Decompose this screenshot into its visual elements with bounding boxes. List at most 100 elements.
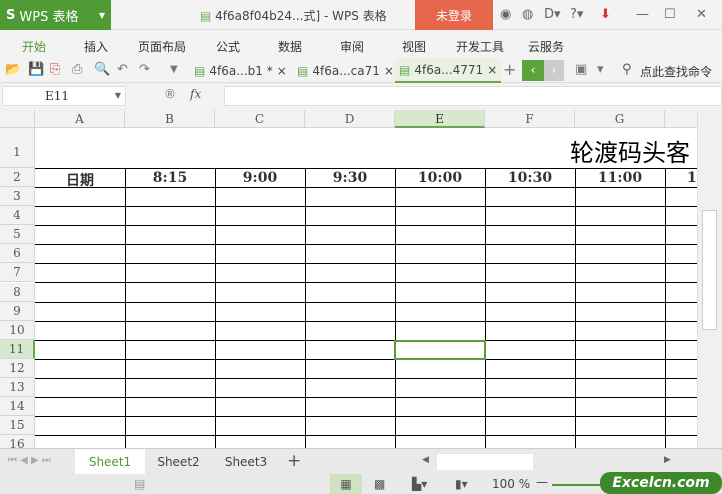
zoom-out-icon[interactable]: — <box>536 475 548 489</box>
column-header-f[interactable]: F <box>485 110 575 128</box>
normal-view-icon[interactable]: ▦ <box>330 474 362 494</box>
sheet-tab-sheet3[interactable]: Sheet3 <box>212 449 280 475</box>
command-search[interactable]: 点此查找命令 <box>640 63 712 80</box>
menu-cloud[interactable]: 云服务 <box>528 38 564 55</box>
help-icon[interactable]: ?▾ <box>570 7 583 22</box>
header-cell[interactable]: 日期 <box>35 170 125 190</box>
horizontal-scroll-thumb[interactable] <box>437 454 533 470</box>
login-button[interactable]: 未登录 <box>415 0 493 30</box>
row-header-12[interactable]: 12 <box>0 358 35 378</box>
doc-tab-1[interactable]: ▤ 4f6a...b1 * × <box>190 58 291 83</box>
header-cell[interactable]: 11:00 <box>575 170 665 186</box>
tab-next-icon[interactable]: › <box>544 60 564 81</box>
sheet-nav-icon[interactable]: ⏮ ◀ ▶ ⏭ <box>8 455 51 466</box>
vertical-scrollbar[interactable] <box>697 110 722 448</box>
menu-view[interactable]: 视图 <box>402 38 426 55</box>
eye-protect-icon[interactable]: ▮▾ <box>455 477 468 491</box>
formula-input[interactable] <box>224 86 722 106</box>
grid-line <box>395 168 396 448</box>
maximize-icon[interactable]: ☐ <box>664 7 676 22</box>
add-sheet-icon[interactable]: + <box>287 451 301 471</box>
column-header-g[interactable]: G <box>575 110 665 128</box>
export-pdf-icon[interactable]: ⎘ <box>50 62 60 77</box>
page-break-view-icon[interactable]: ▩ <box>374 477 385 491</box>
menu-developer[interactable]: 开发工具 <box>456 38 504 55</box>
row-header-14[interactable]: 14 <box>0 397 35 417</box>
zoom-level[interactable]: 100 % <box>492 477 530 491</box>
row-header-7[interactable]: 7 <box>0 263 35 283</box>
menu-review[interactable]: 审阅 <box>340 38 364 55</box>
minimize-icon[interactable]: — <box>636 7 649 22</box>
zoom-formula-icon[interactable]: ® <box>164 87 176 101</box>
more-dropdown-icon[interactable]: ▼ <box>170 64 178 75</box>
download-icon[interactable]: ⬇ <box>600 7 611 22</box>
column-header-c[interactable]: C <box>215 110 305 128</box>
row-header-3[interactable]: 3 <box>0 187 35 207</box>
column-header-a[interactable]: A <box>35 110 125 128</box>
menu-formulas[interactable]: 公式 <box>216 38 240 55</box>
theme-icon[interactable]: D▾ <box>544 7 561 22</box>
new-tab-icon[interactable]: + <box>503 60 516 79</box>
column-header-d[interactable]: D <box>305 110 395 128</box>
select-all-corner[interactable] <box>0 110 35 128</box>
zoom-slider[interactable] <box>552 484 602 486</box>
header-cell[interactable]: 8:15 <box>125 170 215 186</box>
row-header-8[interactable]: 8 <box>0 282 35 302</box>
sheet-title[interactable]: 轮渡码头客 <box>570 133 690 168</box>
close-tab-icon[interactable]: × <box>487 63 497 77</box>
row-header-13[interactable]: 13 <box>0 378 35 398</box>
column-header-b[interactable]: B <box>125 110 215 128</box>
row-header-5[interactable]: 5 <box>0 225 35 245</box>
save-icon[interactable]: 💾 <box>28 62 44 77</box>
sheet-tab-sheet2[interactable]: Sheet2 <box>145 449 212 475</box>
menu-data[interactable]: 数据 <box>278 38 302 55</box>
scroll-left-icon[interactable]: ◀ <box>422 455 429 465</box>
column-header-h[interactable]: H <box>665 110 697 128</box>
header-cell[interactable]: 9:30 <box>305 170 395 186</box>
print-preview-icon[interactable]: 🔍 <box>94 62 110 77</box>
print-icon[interactable]: ⎙ <box>72 62 82 77</box>
header-cell[interactable]: 10:30 <box>485 170 575 186</box>
row-header-1[interactable]: 1 <box>0 128 35 168</box>
name-box[interactable]: E11 ▼ <box>2 86 126 106</box>
sheet-file-icon: ▤ <box>399 62 411 77</box>
fx-icon[interactable]: fx <box>190 87 201 101</box>
close-tab-icon[interactable]: × <box>277 64 287 78</box>
sheet-tab-sheet1[interactable]: Sheet1 <box>75 449 145 475</box>
flag-icon[interactable]: ▾ <box>597 62 604 77</box>
menu-insert[interactable]: 插入 <box>84 38 108 55</box>
tab-prev-icon[interactable]: ‹ <box>522 60 544 81</box>
row-header-11[interactable]: 11 <box>0 339 35 359</box>
menu-home[interactable]: 开始 <box>22 38 46 55</box>
record-icon[interactable]: ▤ <box>134 477 145 491</box>
comment-icon[interactable]: ▣ <box>575 62 587 77</box>
row-header-9[interactable]: 9 <box>0 301 35 321</box>
chevron-down-icon[interactable]: ▼ <box>115 87 121 105</box>
doc-tab-2[interactable]: ▤ 4f6a...ca71 × <box>293 58 398 83</box>
skin-icon[interactable]: ◉ <box>500 7 511 22</box>
open-icon[interactable]: 📂 <box>5 62 21 77</box>
doc-tab-3[interactable]: ▤ 4f6a...4771 × <box>395 58 502 83</box>
row-header-6[interactable]: 6 <box>0 244 35 264</box>
row-header-10[interactable]: 10 <box>0 320 35 340</box>
scroll-thumb[interactable] <box>702 210 717 330</box>
reading-layout-icon[interactable]: ▙▾ <box>412 477 427 491</box>
header-cell[interactable]: 9:00 <box>215 170 305 186</box>
feedback-icon[interactable]: ◍ <box>522 7 533 22</box>
selected-cell-e11[interactable] <box>394 340 486 360</box>
redo-icon[interactable]: ↷ <box>139 62 150 77</box>
app-menu-button[interactable]: S WPS 表格 ▼ <box>0 0 111 30</box>
close-tab-icon[interactable]: × <box>384 64 394 78</box>
app-name: WPS 表格 <box>19 9 79 25</box>
close-icon[interactable]: ✕ <box>696 7 707 22</box>
column-header-e[interactable]: E <box>395 110 485 128</box>
scroll-right-icon[interactable]: ▶ <box>664 455 671 465</box>
menu-page-layout[interactable]: 页面布局 <box>138 38 186 55</box>
header-cell[interactable]: 1 <box>665 170 697 186</box>
header-cell[interactable]: 10:00 <box>395 170 485 186</box>
row-header-4[interactable]: 4 <box>0 206 35 226</box>
row-header-2[interactable]: 2 <box>0 168 35 187</box>
undo-icon[interactable]: ↶ <box>117 62 128 77</box>
row-header-16[interactable]: 16 <box>0 435 35 448</box>
row-header-15[interactable]: 15 <box>0 416 35 436</box>
